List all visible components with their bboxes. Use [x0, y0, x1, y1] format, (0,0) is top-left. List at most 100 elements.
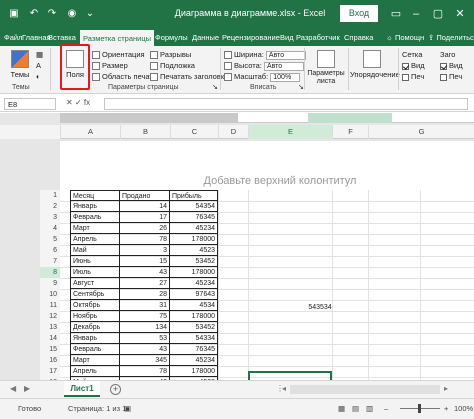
cancel-icon[interactable]: ✕: [66, 98, 75, 107]
themes-button[interactable]: Темы: [6, 50, 34, 79]
table-cell[interactable]: 97643: [170, 289, 218, 300]
print-titles-button[interactable]: Печатать заголовки: [150, 72, 228, 82]
minimize-icon[interactable]: –: [408, 6, 424, 22]
zoom-in-icon[interactable]: +: [444, 404, 448, 413]
background-button[interactable]: Подложка: [150, 61, 195, 71]
breaks-button[interactable]: Разрывы: [150, 50, 191, 60]
theme-colors-icon[interactable]: ▦: [36, 50, 43, 59]
row-header[interactable]: 12: [40, 311, 60, 322]
table-cell[interactable]: 53452: [170, 322, 218, 333]
tab-review[interactable]: Рецензирование: [222, 30, 280, 46]
zoom-out-icon[interactable]: –: [384, 404, 388, 413]
header-placeholder[interactable]: Добавьте верхний колонтитул: [190, 175, 370, 187]
scroll-right-icon[interactable]: ▸: [444, 384, 448, 393]
table-cell[interactable]: Декабрь: [70, 322, 120, 333]
row-header[interactable]: 8: [40, 267, 60, 278]
insert-function-icon[interactable]: fx: [84, 98, 90, 107]
tab-assistant[interactable]: ☼ Помощн: [386, 30, 424, 46]
table-cell[interactable]: Январь: [70, 333, 120, 344]
table-cell[interactable]: Февраль: [70, 344, 120, 355]
row-header[interactable]: 7: [40, 256, 60, 267]
table-cell[interactable]: 3: [120, 245, 170, 256]
page-break-view-icon[interactable]: ▥: [366, 404, 373, 413]
next-sheet-icon[interactable]: ▶: [24, 384, 30, 393]
sheet-tab-active[interactable]: Лист1: [64, 381, 100, 397]
row-header[interactable]: 1: [40, 190, 60, 201]
table-cell[interactable]: 78: [120, 234, 170, 245]
active-cell-e8[interactable]: [248, 371, 332, 380]
customize-toolbar-icon[interactable]: ⌄: [84, 8, 96, 20]
table-cell[interactable]: Март: [70, 355, 120, 366]
height-select[interactable]: Авто: [263, 61, 304, 71]
table-cell[interactable]: 27: [120, 278, 170, 289]
prev-sheet-icon[interactable]: ◀: [10, 384, 16, 393]
redo-icon[interactable]: ↷: [46, 8, 58, 20]
table-cell[interactable]: 76345: [170, 344, 218, 355]
table-cell[interactable]: 78: [120, 366, 170, 377]
column-header-e[interactable]: E: [248, 125, 332, 139]
table-cell[interactable]: 17: [120, 212, 170, 223]
table-cell[interactable]: Апрель: [70, 366, 120, 377]
headings-view-checkbox[interactable]: Вид: [440, 61, 463, 70]
table-cell[interactable]: Июнь: [70, 256, 120, 267]
table-cell[interactable]: Август: [70, 278, 120, 289]
undo-icon[interactable]: ↶: [28, 8, 40, 20]
table-cell[interactable]: 134: [120, 322, 170, 333]
table-cell[interactable]: 54334: [170, 333, 218, 344]
login-button[interactable]: Вход: [340, 5, 378, 22]
column-header-b[interactable]: B: [120, 125, 170, 139]
sheet-options-button[interactable]: Параметры листа: [306, 50, 346, 86]
zoom-slider-thumb[interactable]: [418, 404, 421, 413]
row-header[interactable]: 10: [40, 289, 60, 300]
table-cell[interactable]: 75: [120, 311, 170, 322]
table-cell[interactable]: 53452: [170, 256, 218, 267]
table-cell[interactable]: Январь: [70, 201, 120, 212]
gridlines-view-checkbox[interactable]: Вид: [402, 61, 425, 70]
row-header[interactable]: 16: [40, 355, 60, 366]
column-header-g[interactable]: G: [368, 125, 474, 139]
cell-e1[interactable]: 543534: [300, 304, 340, 311]
horizontal-scrollbar[interactable]: [290, 385, 440, 394]
row-header[interactable]: 5: [40, 234, 60, 245]
orientation-button[interactable]: Ориентация: [92, 50, 145, 60]
table-cell[interactable]: 76345: [170, 212, 218, 223]
scroll-left-icon[interactable]: ◂: [282, 384, 286, 393]
table-cell[interactable]: Май: [70, 245, 120, 256]
theme-effects-icon[interactable]: ◐: [36, 72, 41, 81]
tab-data[interactable]: Данные: [192, 30, 219, 46]
tab-developer[interactable]: Разработчик: [296, 30, 340, 46]
horizontal-ruler[interactable]: [60, 113, 474, 123]
table-cell[interactable]: 43: [120, 344, 170, 355]
table-cell[interactable]: 4523: [170, 245, 218, 256]
restore-icon[interactable]: ▢: [430, 6, 446, 22]
table-cell[interactable]: 45234: [170, 355, 218, 366]
row-header[interactable]: 3: [40, 212, 60, 223]
table-header-cell[interactable]: Месяц: [70, 190, 120, 201]
table-cell[interactable]: 345: [120, 355, 170, 366]
row-header[interactable]: 6: [40, 245, 60, 256]
page-setup-launcher-icon[interactable]: ↘: [212, 83, 218, 91]
fit-launcher-icon[interactable]: ↘: [298, 83, 304, 91]
column-header-d[interactable]: D: [218, 125, 248, 139]
theme-fonts-icon[interactable]: A: [36, 61, 41, 70]
print-area-button[interactable]: Область печати: [92, 72, 157, 82]
row-header[interactable]: 17: [40, 366, 60, 377]
close-icon[interactable]: ✕: [452, 6, 468, 22]
table-cell[interactable]: 54354: [170, 201, 218, 212]
confirm-icon[interactable]: ✓: [75, 98, 84, 107]
table-cell[interactable]: Апрель: [70, 234, 120, 245]
camera-icon[interactable]: ◉: [66, 8, 78, 20]
size-button[interactable]: Размер: [92, 61, 128, 71]
row-header[interactable]: 4: [40, 223, 60, 234]
table-header-cell[interactable]: Продано: [120, 190, 170, 201]
formula-input[interactable]: [104, 98, 468, 110]
tab-formulas[interactable]: Формулы: [155, 30, 188, 46]
macro-record-icon[interactable]: ▣: [124, 404, 131, 413]
arrange-button[interactable]: Упорядочение: [350, 50, 400, 79]
gridlines-print-checkbox[interactable]: Печ: [402, 72, 424, 81]
table-cell[interactable]: 178000: [170, 311, 218, 322]
scale-input[interactable]: 100%: [270, 72, 301, 82]
row-header[interactable]: 11: [40, 300, 60, 311]
row-header[interactable]: 9: [40, 278, 60, 289]
table-cell[interactable]: Июль: [70, 267, 120, 278]
